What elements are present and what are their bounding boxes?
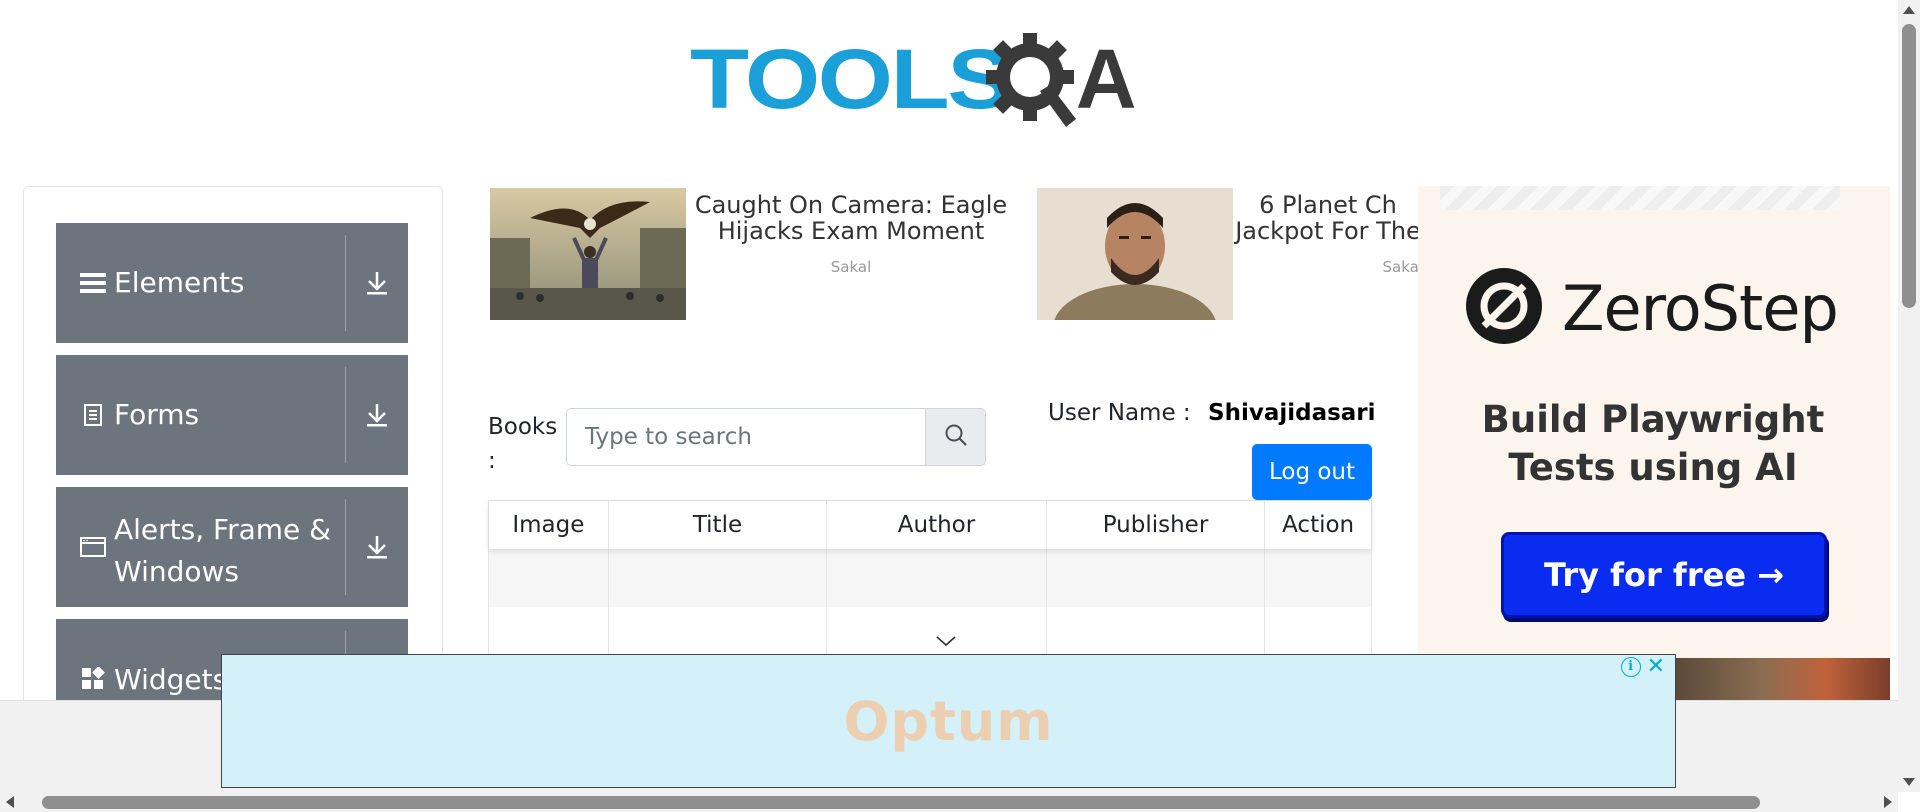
sidebar-group-label: Forms xyxy=(114,398,200,431)
window-icon xyxy=(80,536,106,558)
zerostep-brand: ZeroStep xyxy=(1562,271,1839,345)
news-source: Sakal xyxy=(830,258,872,276)
search-icon xyxy=(944,423,968,451)
gear-q-icon xyxy=(984,31,1080,127)
zerostep-icon xyxy=(1464,266,1544,350)
column-header-image[interactable]: Image xyxy=(489,501,609,549)
hamburger-icon xyxy=(80,272,106,294)
news-image-eagle[interactable] xyxy=(490,188,686,320)
zerostep-ad[interactable]: ZeroStep Build Playwright Tests using AI… xyxy=(1418,186,1890,706)
scroll-down-icon[interactable] xyxy=(1903,778,1915,786)
sidebar-group-label: Alerts, Frame & Windows xyxy=(114,513,332,588)
table-header: Image Title Author Publisher Action xyxy=(489,501,1371,549)
logout-button[interactable]: Log out xyxy=(1252,444,1372,500)
scroll-left-icon[interactable] xyxy=(6,796,14,808)
column-header-title[interactable]: Title xyxy=(609,501,828,549)
toolsqa-logo[interactable]: TOOLS A xyxy=(690,24,1136,134)
books-label: Books : xyxy=(488,414,558,474)
ad-tagline: Build Playwright Tests using AI xyxy=(1481,398,1825,489)
scroll-up-icon[interactable] xyxy=(1903,6,1915,14)
optum-banner-ad[interactable]: Optum i ✕ xyxy=(221,654,1676,788)
logo-suffix: A xyxy=(1075,32,1137,126)
search-input[interactable] xyxy=(567,409,925,465)
vertical-scroll-thumb[interactable] xyxy=(1902,24,1916,308)
news-title[interactable]: Caught On Camera: Eagle Hijacks Exam Mom… xyxy=(686,192,1016,244)
download-arrow-icon[interactable] xyxy=(346,402,408,428)
search-box xyxy=(566,408,986,466)
scroll-right-icon[interactable] xyxy=(1884,796,1892,808)
widgets-icon xyxy=(80,667,106,691)
horizontal-scroll-thumb[interactable] xyxy=(42,796,1760,809)
document-icon xyxy=(80,403,106,427)
horizontal-scrollbar[interactable] xyxy=(0,792,1898,812)
download-arrow-icon[interactable] xyxy=(346,270,408,296)
column-header-action[interactable]: Action xyxy=(1265,501,1371,549)
column-header-publisher[interactable]: Publisher xyxy=(1047,501,1266,549)
ad-image-peek[interactable] xyxy=(1676,658,1890,700)
news-image-man[interactable] xyxy=(1037,188,1233,372)
optum-brand: Optum xyxy=(843,689,1054,753)
try-for-free-button[interactable]: Try for free → xyxy=(1501,532,1827,618)
zerostep-logo: ZeroStep xyxy=(1464,266,1839,350)
search-button[interactable] xyxy=(925,409,985,465)
vertical-scrollbar[interactable] xyxy=(1898,0,1920,792)
download-arrow-icon[interactable] xyxy=(346,534,408,560)
sidebar-group-alerts[interactable]: Alerts, Frame & Windows xyxy=(56,487,408,607)
sidebar-group-label: Elements xyxy=(114,266,245,299)
user-name-label: User Name : xyxy=(1048,400,1191,426)
books-table: Image Title Author Publisher Action xyxy=(488,500,1372,666)
table-row xyxy=(489,549,1371,607)
chevron-down-icon[interactable] xyxy=(935,632,957,651)
ad-close-icon[interactable]: ✕ xyxy=(1647,656,1665,678)
logo-text: TOOLS xyxy=(690,32,1012,126)
column-header-author[interactable]: Author xyxy=(827,501,1047,549)
news-card[interactable]: Caught On Camera: Eagle Hijacks Exam Mom… xyxy=(490,188,1016,320)
news-title[interactable]: 6 Planet Ch Jackpot For The xyxy=(1233,192,1423,244)
ad-info-icon[interactable]: i xyxy=(1620,657,1641,677)
news-card[interactable]: 6 Planet Ch Jackpot For The Sakal xyxy=(1037,188,1424,372)
sidebar-group-elements[interactable]: Elements xyxy=(56,223,408,343)
sidebar-group-forms[interactable]: Forms xyxy=(56,355,408,475)
news-source: Sakal xyxy=(1382,258,1424,276)
user-name-value: Shivajidasari xyxy=(1208,400,1376,426)
